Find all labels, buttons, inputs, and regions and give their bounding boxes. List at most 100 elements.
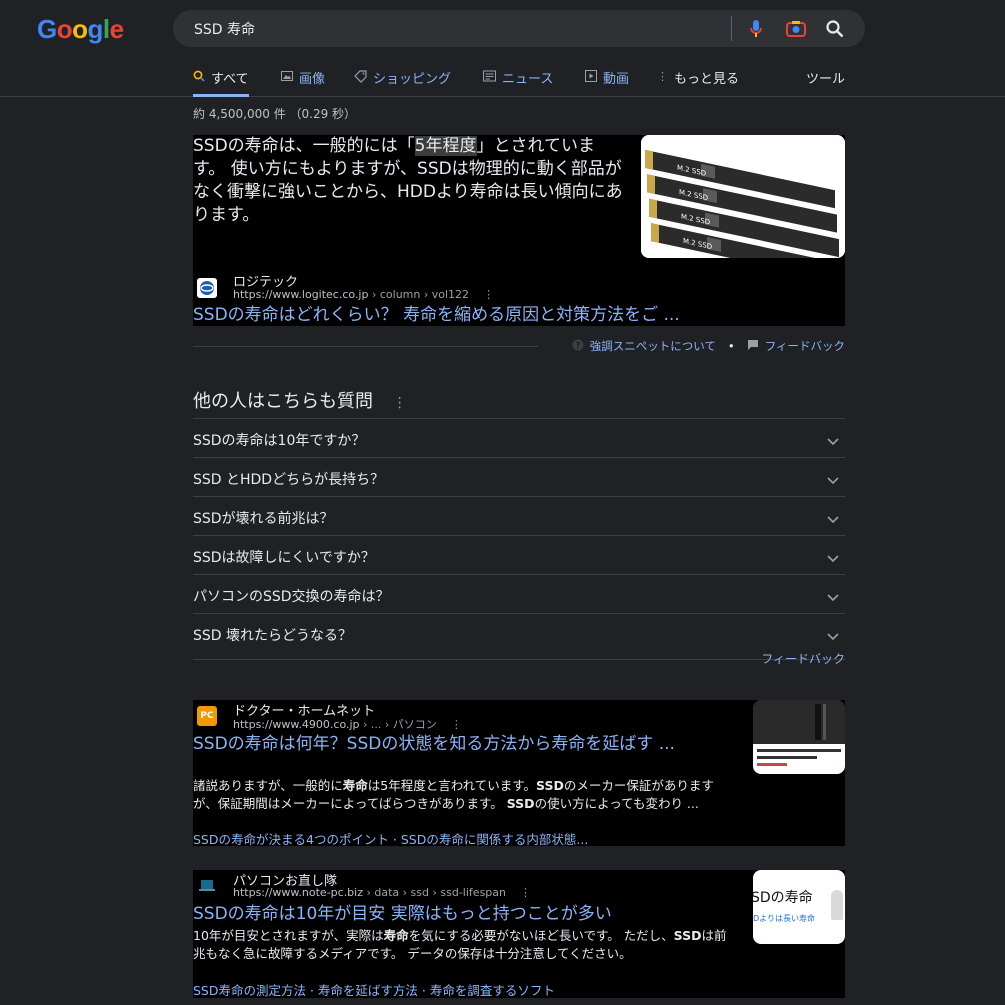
paa-question-text: SSDの寿命は10年ですか？ <box>193 433 366 449</box>
more-vert-icon[interactable]: ⋮ <box>451 718 462 731</box>
more-vert-icon[interactable]: ⋮ <box>520 886 531 899</box>
about-snippet-link[interactable]: 強調スニペットについて <box>590 338 716 354</box>
camera-lens-icon[interactable] <box>785 18 807 40</box>
result-title[interactable]: SSDの寿命は10年が目安 実際はもっと持つことが多い <box>193 905 738 924</box>
url-base: https://www.note-pc.biz <box>233 886 363 899</box>
play-icon <box>585 70 597 85</box>
sublink[interactable]: 寿命を調査するソフト <box>430 983 555 998</box>
logo-letter: o <box>72 14 88 44</box>
sublink-separator: · <box>417 983 430 998</box>
snippet-text: は5年程度と言われています。 <box>367 778 536 793</box>
result-snippet: 諸説ありますが、一般的に寿命は5年程度と言われています。SSDのメーカー保証があ… <box>193 777 738 812</box>
search-box[interactable]: SSD 寿命 <box>173 10 865 47</box>
tab-label: 動画 <box>603 72 630 87</box>
more-vert-icon[interactable]: ⋮ <box>483 288 494 301</box>
result-stats: 約 4,500,000 件 （0.29 秒） <box>193 107 357 121</box>
paa-question-text: SSD 壊れたらどうなる？ <box>193 628 353 644</box>
microphone-icon[interactable] <box>745 18 767 40</box>
tab-all[interactable]: すべて <box>193 68 249 97</box>
featured-image[interactable]: M.2 SSD M.2 SSD M.2 SSD M.2 SSD <box>641 135 845 258</box>
paa-question-text: SSDが壊れる前兆は？ <box>193 511 334 527</box>
tab-videos[interactable]: 動画 <box>585 68 629 94</box>
google-logo[interactable]: Google <box>37 14 124 45</box>
tab-shopping[interactable]: ショッピング <box>354 68 451 94</box>
snippet-text: 10年が目安とされますが、実際は <box>193 928 384 943</box>
logo-letter: o <box>56 14 73 44</box>
tab-label: もっと見る <box>674 72 740 87</box>
result-thumbnail[interactable]: SDの寿命 Dよりは長い寿命 <box>753 870 845 944</box>
tab-label: ニュース <box>502 72 554 87</box>
sublink[interactable]: 寿命を延ばす方法 <box>318 983 418 998</box>
site-url[interactable]: https://www.4900.co.jp › ... › パソコン ⋮ <box>233 716 462 732</box>
tab-news[interactable]: ニュース <box>483 68 553 94</box>
search-input[interactable]: SSD 寿命 <box>194 19 255 39</box>
image-icon <box>281 70 293 85</box>
url-path: › column › vol122 <box>368 288 470 301</box>
site-url[interactable]: https://www.note-pc.biz › data › ssd › s… <box>233 886 531 899</box>
logo-letter: g <box>87 14 104 44</box>
feedback-icon <box>747 339 759 354</box>
sublink[interactable]: SSDの寿命が決まる4つのポイント <box>193 832 389 846</box>
search-result: パソコンお直し隊 https://www.note-pc.biz › data … <box>193 870 845 998</box>
result-sublinks: SSDの寿命が決まる4つのポイント · SSDの寿命に関係する内部状態... <box>193 829 588 846</box>
sublink-separator: · <box>388 832 401 846</box>
logo-letter: e <box>109 14 124 44</box>
paa-question[interactable]: SSDは故障しにくいですか？ <box>193 535 845 574</box>
tools-button[interactable]: ツール <box>806 68 845 87</box>
header: Google SSD 寿命 すべて 画像 ショッピング ニュース 動画 ⋮ もっ… <box>0 0 1005 97</box>
news-icon <box>483 70 496 85</box>
snippet-emphasis: SSD <box>673 928 702 943</box>
chevron-down-icon <box>827 548 839 567</box>
result-snippet: 10年が目安とされますが、実際は寿命を気にする必要がないほど長いです。 ただし、… <box>193 927 733 962</box>
search-tabs: すべて 画像 ショッピング ニュース 動画 ⋮ もっと見る ツール <box>193 68 845 97</box>
snippet-text: 諸説ありますが、一般的に <box>193 778 343 793</box>
paa-question[interactable]: パソコンのSSD交換の寿命は？ <box>193 574 845 613</box>
tag-icon <box>354 70 367 86</box>
search-icon[interactable] <box>824 18 846 40</box>
laptop-favicon-icon <box>197 876 217 896</box>
paa-question[interactable]: SSDが壊れる前兆は？ <box>193 496 845 535</box>
paa-question-text: SSD とHDDどちらが長持ち？ <box>193 472 385 488</box>
paa-title: 他の人はこちらも質問 ⋮ <box>193 387 407 413</box>
result-title[interactable]: SSDの寿命は何年？SSDの状態を知る方法から寿命を延ばす ... <box>193 735 738 754</box>
logo-letter: G <box>37 14 57 44</box>
logo-letter: l <box>102 14 110 44</box>
snippet-emphasis: 寿命 <box>342 778 368 793</box>
feedback-link[interactable]: フィードバック <box>765 338 845 354</box>
url-path: › data › ssd › ssd-lifespan <box>363 886 506 899</box>
sublink[interactable]: SSDの寿命に関係する内部状態... <box>401 832 588 846</box>
paa-question[interactable]: SSD とHDDどちらが長持ち？ <box>193 457 845 496</box>
paa-question-text: SSDは故障しにくいですか？ <box>193 550 375 566</box>
tab-label: すべて <box>211 72 249 87</box>
featured-text-part: SSDの寿命は、一般的には「 <box>193 136 415 156</box>
snippet-text: を気にする必要がないほど長いです。 ただし、 <box>408 928 674 943</box>
feedback-link[interactable]: フィードバック <box>761 650 845 667</box>
chevron-down-icon <box>827 431 839 450</box>
paa-heading: 他の人はこちらも質問 <box>193 391 373 412</box>
chevron-down-icon <box>827 587 839 606</box>
sublink-separator: · <box>306 983 318 998</box>
tab-images[interactable]: 画像 <box>281 68 325 94</box>
featured-footer: ? 強調スニペットについて • フィードバック <box>572 338 845 354</box>
more-vert-icon: ⋮ <box>657 70 668 83</box>
featured-text: SSDの寿命は、一般的には「5年程度」とされています。 使い方にもよりますが、S… <box>193 135 623 227</box>
divider <box>193 346 538 347</box>
more-vert-icon[interactable]: ⋮ <box>393 395 407 411</box>
site-url[interactable]: https://www.logitec.co.jp › column › vol… <box>233 288 494 301</box>
featured-snippet: SSDの寿命は、一般的には「5年程度」とされています。 使い方にもよりますが、S… <box>193 135 845 326</box>
result-sublinks: SSD寿命の測定方法 · 寿命を延ばす方法 · 寿命を調査するソフト <box>193 980 555 998</box>
result-thumbnail[interactable] <box>753 700 845 774</box>
sublink[interactable]: SSD寿命の測定方法 <box>193 983 306 998</box>
search-divider <box>731 16 732 41</box>
logitec-favicon-icon <box>197 278 217 298</box>
paa-question[interactable]: SSDの寿命は10年ですか？ <box>193 418 845 457</box>
paa-question-text: パソコンのSSD交換の寿命は？ <box>193 589 390 605</box>
snippet-emphasis: 寿命 <box>383 928 409 943</box>
snippet-emphasis: SSD <box>536 778 564 793</box>
pc-favicon-icon: PC <box>197 706 217 726</box>
thumbnail-text: SDの寿命 <box>753 890 813 906</box>
paa-question[interactable]: SSD 壊れたらどうなる？ <box>193 613 845 652</box>
featured-result-title[interactable]: SSDの寿命はどれくらい？ 寿命を縮める原因と対策方法をご ... <box>193 306 680 325</box>
chevron-down-icon <box>827 470 839 489</box>
tab-more[interactable]: ⋮ もっと見る <box>657 68 739 94</box>
